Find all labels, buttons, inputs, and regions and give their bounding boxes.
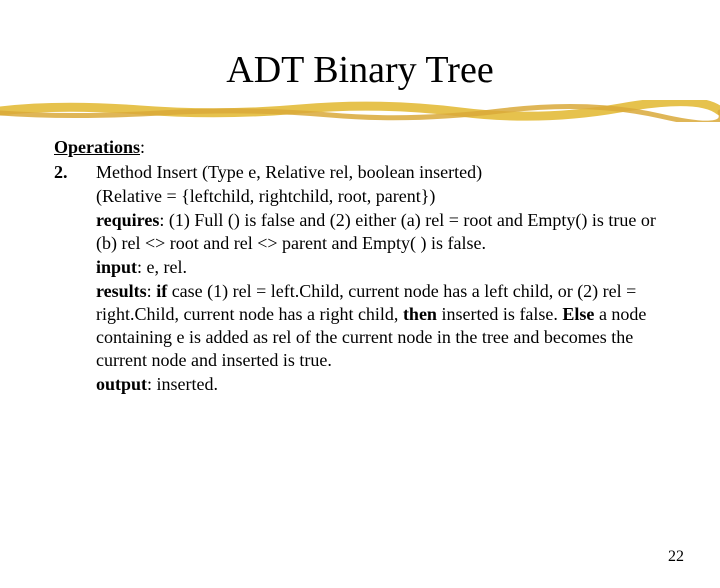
output-text: : inserted. [147, 374, 218, 394]
item-body: Method Insert (Type e, Relative rel, boo… [96, 161, 660, 397]
output-line: output: inserted. [96, 373, 660, 396]
content-block: Operations: 2. Method Insert (Type e, Re… [54, 136, 660, 397]
results-pre: : [147, 281, 157, 301]
else-label: Else [562, 304, 594, 324]
requires-line: requires: (1) Full () is false and (2) e… [96, 209, 660, 255]
results-line: results: if case (1) rel = left.Child, c… [96, 280, 660, 372]
if-label: if [156, 281, 167, 301]
requires-label: requires [96, 210, 159, 230]
slide-title: ADT Binary Tree [0, 48, 720, 92]
input-line: input: e, rel. [96, 256, 660, 279]
results-mid2: inserted is false. [437, 304, 562, 324]
input-text: : e, rel. [137, 257, 187, 277]
method-signature: Method Insert (Type e, Relative rel, boo… [96, 161, 660, 184]
results-label: results [96, 281, 147, 301]
item-number: 2. [54, 161, 96, 184]
then-label: then [403, 304, 437, 324]
operations-heading: Operations [54, 136, 140, 159]
relative-definition: (Relative = {leftchild, rightchild, root… [96, 185, 660, 208]
requires-text: : (1) Full () is false and (2) either (a… [96, 210, 656, 253]
title-underline [0, 100, 720, 122]
colon: : [140, 137, 145, 157]
input-label: input [96, 257, 137, 277]
page-number: 22 [668, 548, 684, 566]
output-label: output [96, 374, 147, 394]
